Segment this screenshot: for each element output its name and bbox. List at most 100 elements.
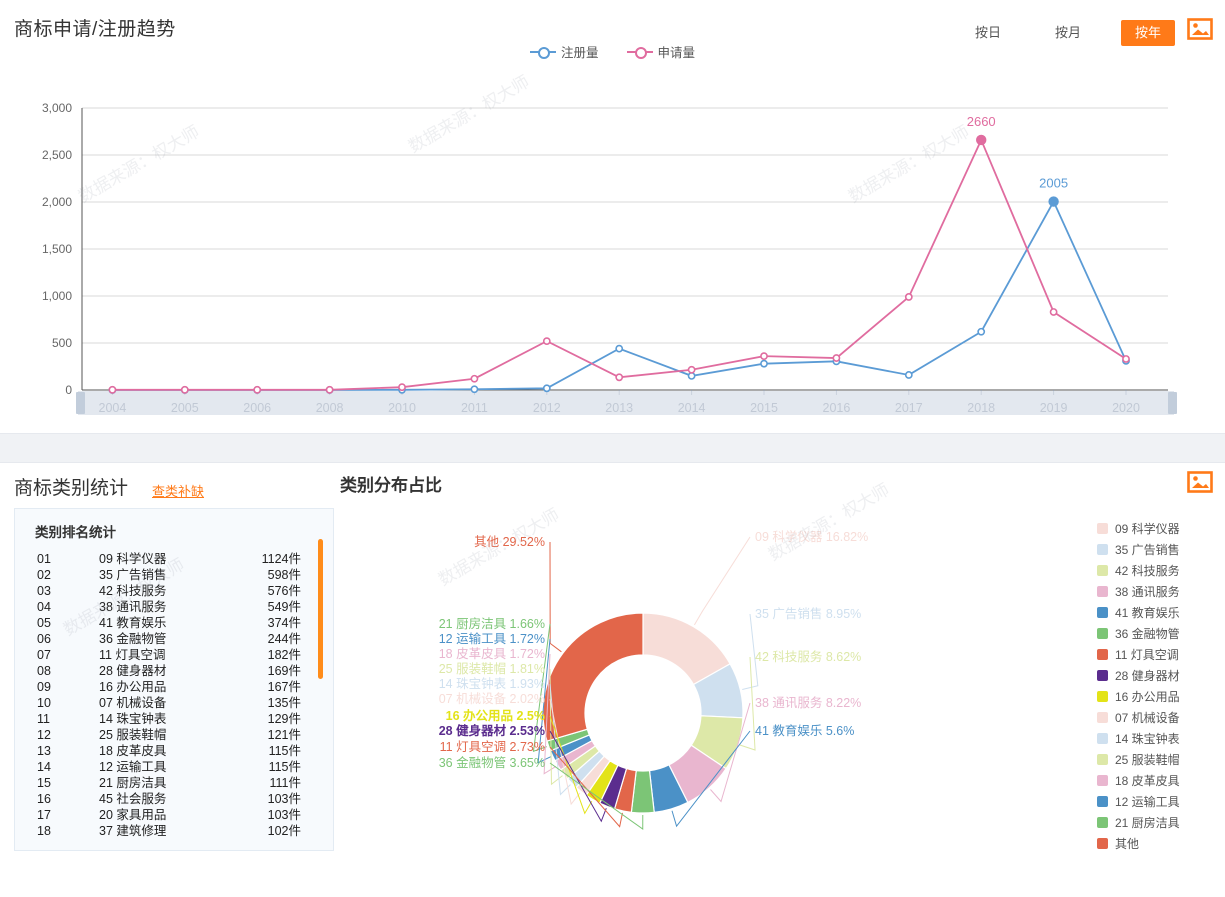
ranking-row[interactable]: 13 18 皮革皮具 115件 — [15, 743, 333, 759]
donut-legend-swatch — [1097, 628, 1108, 639]
image-export-icon-category[interactable] — [1187, 471, 1213, 493]
donut-legend-item[interactable]: 09 科学仪器 — [1097, 518, 1215, 539]
donut-legend-item[interactable]: 16 办公用品 — [1097, 686, 1215, 707]
ranking-count: 102件 — [267, 824, 301, 838]
donut-legend-swatch — [1097, 649, 1108, 660]
donut-slice-label: 18 皮革皮具 1.72% — [439, 647, 545, 661]
ranking-row[interactable]: 06 36 金融物管 244件 — [15, 631, 333, 647]
ranking-row[interactable]: 16 45 社会服务 103件 — [15, 791, 333, 807]
donut-legend-swatch — [1097, 586, 1108, 597]
donut-legend-item[interactable]: 21 厨房洁具 — [1097, 812, 1215, 833]
ranking-index: 11 — [37, 712, 50, 726]
category-panel-title: 商标类别统计 — [14, 478, 129, 499]
svg-text:1,500: 1,500 — [42, 242, 72, 256]
ranking-count: 169件 — [267, 664, 301, 678]
ranking-row[interactable]: 02 35 广告销售 598件 — [15, 567, 333, 583]
donut-slice-label: 38 通讯服务 8.22% — [755, 695, 861, 710]
ranking-row[interactable]: 05 41 教育娱乐 374件 — [15, 615, 333, 631]
donut-legend-item[interactable]: 42 科技服务 — [1097, 560, 1215, 581]
svg-text:2,500: 2,500 — [42, 148, 72, 162]
ranking-index: 06 — [37, 632, 51, 646]
ranking-category-name: 35 广告销售 — [99, 568, 167, 582]
donut-legend-item[interactable]: 其他 — [1097, 833, 1215, 854]
line-chart[interactable]: 05001,0001,5002,0002,5003,00020042005200… — [0, 70, 1225, 415]
donut-legend-item[interactable]: 41 教育娱乐 — [1097, 602, 1215, 623]
donut-slice-label: 09 科学仪器 16.82% — [755, 529, 868, 544]
ranking-index: 03 — [37, 584, 51, 598]
donut-legend-swatch — [1097, 796, 1108, 807]
ranking-scrollbar-thumb[interactable] — [318, 539, 323, 679]
svg-text:2660: 2660 — [967, 114, 996, 129]
line-chart-legend: 注册量 申请量 — [0, 42, 1225, 61]
ranking-list[interactable]: 01 09 科学仪器 1124件 02 35 广告销售 598件 03 42 科技服务 576件… — [15, 549, 333, 839]
ranking-row[interactable]: 03 42 科技服务 576件 — [15, 583, 333, 599]
ranking-index: 16 — [37, 792, 51, 806]
svg-text:0: 0 — [65, 383, 72, 397]
donut-slice-label: 16 办公用品 2.5% — [446, 708, 545, 723]
donut-legend-item[interactable]: 07 机械设备 — [1097, 707, 1215, 728]
donut-legend: 09 科学仪器 35 广告销售 42 科技服务 38 通讯服务 41 教育娱乐 36 金融… — [1097, 518, 1215, 854]
ranking-index: 18 — [37, 824, 51, 838]
donut-legend-item[interactable]: 38 通讯服务 — [1097, 581, 1215, 602]
ranking-row[interactable]: 04 38 通讯服务 549件 — [15, 599, 333, 615]
ranking-row[interactable]: 18 37 建筑修理 102件 — [15, 823, 333, 839]
ranking-index: 14 — [37, 760, 51, 774]
ranking-count: 244件 — [267, 632, 301, 646]
ranking-row[interactable]: 01 09 科学仪器 1124件 — [15, 551, 333, 567]
donut-legend-label: 28 健身器材 — [1115, 669, 1180, 683]
legend-item-applied[interactable]: 申请量 — [626, 42, 696, 61]
donut-chart-title: 类别分布占比 — [340, 476, 442, 495]
ranking-category-name: 38 通讯服务 — [99, 600, 167, 614]
ranking-row[interactable]: 10 07 机械设备 135件 — [15, 695, 333, 711]
ranking-count: 121件 — [267, 728, 301, 742]
ranking-row[interactable]: 07 11 灯具空调 182件 — [15, 647, 333, 663]
legend-label-applied: 申请量 — [657, 46, 696, 60]
donut-slice-label: 41 教育娱乐 5.6% — [755, 723, 854, 738]
ranking-row[interactable]: 15 21 厨房洁具 111件 — [15, 775, 333, 791]
donut-legend-item[interactable]: 25 服装鞋帽 — [1097, 749, 1215, 770]
image-export-icon[interactable] — [1187, 18, 1213, 40]
svg-text:2005: 2005 — [1039, 176, 1068, 191]
ranking-category-name: 41 教育娱乐 — [99, 616, 167, 630]
ranking-count: 374件 — [267, 616, 301, 630]
donut-legend-label: 38 通讯服务 — [1115, 585, 1180, 599]
donut-legend-label: 36 金融物管 — [1115, 627, 1180, 641]
donut-legend-item[interactable]: 28 健身器材 — [1097, 665, 1215, 686]
ranking-row[interactable]: 12 25 服装鞋帽 121件 — [15, 727, 333, 743]
donut-legend-item[interactable]: 18 皮革皮具 — [1097, 770, 1215, 791]
legend-item-registered[interactable]: 注册量 — [529, 42, 599, 61]
donut-slice-label: 07 机械设备 2.02% — [439, 691, 545, 706]
donut-legend-item[interactable]: 11 灯具空调 — [1097, 644, 1215, 665]
ranking-category-name: 42 科技服务 — [99, 584, 167, 598]
donut-legend-label: 11 灯具空调 — [1115, 648, 1179, 662]
donut-legend-item[interactable]: 12 运输工具 — [1097, 791, 1215, 812]
ranking-category-name: 18 皮革皮具 — [99, 744, 167, 758]
donut-legend-swatch — [1097, 544, 1108, 555]
ranking-row[interactable]: 11 14 珠宝钟表 129件 — [15, 711, 333, 727]
donut-legend-swatch — [1097, 838, 1108, 849]
svg-text:3,000: 3,000 — [42, 101, 72, 115]
ranking-count: 135件 — [267, 696, 301, 710]
ranking-category-name: 45 社会服务 — [99, 792, 167, 806]
legend-marker-registered — [529, 46, 556, 59]
donut-legend-label: 14 珠宝钟表 — [1115, 732, 1180, 746]
ranking-row[interactable]: 17 20 家具用品 103件 — [15, 807, 333, 823]
ranking-count: 549件 — [267, 600, 301, 614]
donut-chart[interactable]: 09 科学仪器 16.82% 35 广告销售 8.95% 42 科技服务 8.62%… — [340, 513, 1100, 893]
donut-slice[interactable] — [542, 612, 644, 742]
ranking-row[interactable]: 09 16 办公用品 167件 — [15, 679, 333, 695]
donut-legend-item[interactable]: 36 金融物管 — [1097, 623, 1215, 644]
ranking-row[interactable]: 14 12 运输工具 115件 — [15, 759, 333, 775]
donut-legend-swatch — [1097, 712, 1108, 723]
ranking-category-name: 25 服装鞋帽 — [99, 728, 167, 742]
check-category-gap-link[interactable]: 查类补缺 — [152, 481, 204, 500]
donut-legend-item[interactable]: 35 广告销售 — [1097, 539, 1215, 560]
ranking-index: 17 — [37, 808, 51, 822]
ranking-index: 05 — [37, 616, 51, 630]
ranking-count: 182件 — [267, 648, 301, 662]
ranking-row[interactable]: 08 28 健身器材 169件 — [15, 663, 333, 679]
line-chart-svg: 05001,0001,5002,0002,5003,00020042005200… — [42, 101, 1177, 415]
donut-legend-item[interactable]: 14 珠宝钟表 — [1097, 728, 1215, 749]
donut-legend-label: 35 广告销售 — [1115, 543, 1180, 557]
donut-legend-label: 41 教育娱乐 — [1115, 606, 1180, 620]
